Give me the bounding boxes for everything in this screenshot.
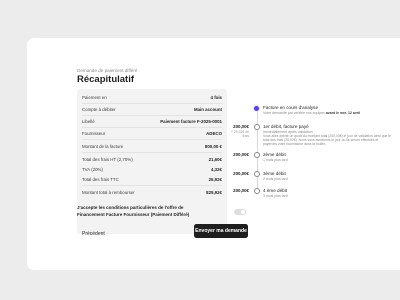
row-label: Fournisseur	[82, 130, 106, 136]
row-label: Total des frais HT (2,70%)	[82, 156, 133, 162]
step-dot	[253, 152, 260, 158]
divider	[82, 127, 222, 128]
summary-row-total-repay: Montant total à rembourser 825,92€	[82, 188, 222, 196]
summary-row-invoice-amount: Montant de la facture 800,00 €	[82, 142, 222, 150]
summary-row-vat: TVA (20%) 4,32€	[82, 165, 222, 173]
step-amount: 200,00€	[233, 188, 249, 193]
row-value: ADECO	[206, 130, 222, 136]
row-value: 25,92€	[208, 176, 222, 182]
step-description: Vous allez débité un quart du montant to…	[263, 134, 391, 147]
row-label: Libellé	[82, 118, 95, 124]
page-title: Récapitulatif	[77, 74, 135, 85]
consent-text: J'accepte les conditions particulières d…	[77, 205, 190, 217]
step-dot	[253, 171, 260, 177]
row-label: Paiement en	[82, 94, 107, 100]
step-amount-fees: + 25,92€ de frais	[230, 130, 249, 138]
divider	[82, 185, 222, 186]
step-title: 2ème débit	[263, 152, 286, 157]
summary-row-wording: Libellé Paiement facture F-2025-0001	[82, 117, 222, 125]
summary-row-fees-ttc: Total des frais TTC 25,92€	[82, 175, 222, 183]
step-amount: 200,00€	[233, 152, 249, 157]
step-dot-active	[253, 104, 260, 112]
summary-row-installments: Paiement en 4 fois	[82, 93, 222, 101]
row-value: 825,92€	[206, 189, 222, 195]
step-subtitle: 2 mois plus tard	[263, 177, 288, 181]
step-dot	[253, 124, 260, 130]
row-label: Montant de la facture	[82, 143, 124, 149]
divider	[82, 139, 222, 140]
divider	[82, 103, 222, 104]
row-label: Total des frais TTC	[82, 176, 119, 182]
page-eyebrow: Demande de paiement différé	[77, 68, 138, 73]
summary-row-account: Compte à débiter Main account	[82, 105, 222, 113]
summary-row-supplier: Fournisseur ADECO	[82, 129, 222, 137]
previous-button[interactable]: Précédent	[82, 231, 105, 237]
step-title: Facture en cours d'analyse	[263, 105, 319, 110]
row-label: Montant total à rembourser	[82, 189, 135, 195]
row-value: 800,00 €	[204, 143, 222, 149]
step-amount: 200,00€	[233, 124, 249, 129]
step-amount: 200,00€	[233, 171, 249, 176]
summary-row-fees-ht: Total des frais HT (2,70%) 21,60€	[82, 155, 222, 163]
step-subtitle: 1 mois plus tard	[263, 158, 288, 162]
divider	[82, 115, 222, 116]
row-value: Main account	[193, 106, 222, 112]
step-title: 3ème débit	[263, 171, 286, 176]
row-value: Paiement facture F-2025-0001	[160, 118, 222, 124]
recap-card: Demande de paiement différé Récapitulati…	[27, 38, 400, 270]
row-label: TVA (20%)	[82, 166, 103, 172]
row-value: 21,60€	[208, 156, 222, 162]
payment-timeline: Facture en cours d'analyse Votre demande…	[227, 38, 400, 270]
row-label: Compte à débiter	[82, 106, 116, 112]
step-title: 1er débit, facture payé	[263, 124, 309, 129]
row-value: 4 fois	[210, 94, 222, 100]
divider	[82, 152, 222, 153]
row-value: 4,32€	[211, 166, 222, 172]
step-subtitle: 3 mois plus tard	[263, 194, 288, 198]
step-title: 4 ème débit	[263, 188, 288, 193]
step-dot	[253, 188, 260, 194]
step-subtitle: Votre demande par vérifiée nos équipes a…	[263, 111, 361, 115]
